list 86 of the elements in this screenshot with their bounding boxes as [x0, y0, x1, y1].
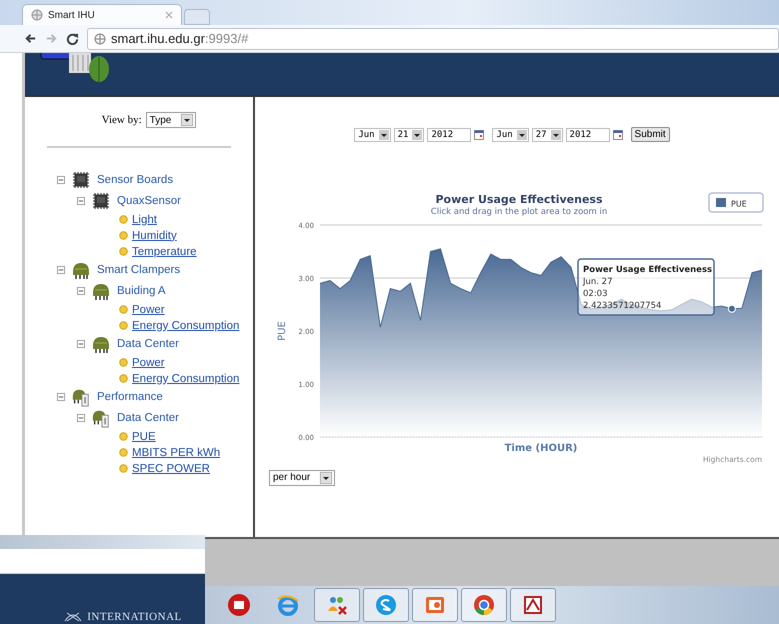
- taskbar-app-button[interactable]: [363, 588, 409, 622]
- hover-point: [728, 304, 736, 313]
- collapse-toggle[interactable]: [77, 340, 85, 348]
- clamp-meter-icon: [71, 387, 91, 407]
- e-letter-icon: [276, 593, 300, 617]
- pdf-icon: [521, 593, 545, 617]
- url-text: smart.ihu.edu.gr:9993/#: [111, 31, 248, 46]
- tree-link[interactable]: Temperature: [132, 246, 197, 258]
- tree-link[interactable]: Power: [132, 304, 165, 316]
- collapse-toggle[interactable]: [77, 414, 85, 422]
- bullet-icon: [119, 305, 128, 314]
- bullet-icon: [119, 321, 128, 330]
- bullet-icon: [119, 215, 128, 224]
- collapse-toggle[interactable]: [77, 197, 85, 205]
- address-field[interactable]: [0, 549, 205, 574]
- tree-group-label[interactable]: Smart Clampers: [97, 264, 180, 276]
- caret-icon: [412, 130, 422, 140]
- taskbar-app-button[interactable]: [412, 588, 458, 622]
- submit-button[interactable]: Submit: [630, 127, 670, 142]
- bullet-icon: [119, 448, 128, 457]
- tree-group-label[interactable]: Performance: [97, 391, 163, 403]
- tree-link[interactable]: Energy Consumption: [132, 320, 240, 332]
- view-by-label: View by:: [102, 114, 142, 126]
- day-dropdown[interactable]: 21: [394, 128, 424, 142]
- back-arrow-icon[interactable]: [24, 32, 37, 45]
- tree-link[interactable]: Energy Consumption: [132, 372, 240, 384]
- site-name-text: INTERNATIONAL: [87, 611, 182, 623]
- tree-link[interactable]: SPEC POWER: [132, 462, 210, 474]
- clamp-icon: [91, 334, 111, 354]
- calendar-icon[interactable]: [474, 130, 484, 140]
- calendar-icon[interactable]: [612, 130, 623, 140]
- taskbar-app-button[interactable]: [314, 588, 360, 622]
- collapse-toggle[interactable]: [57, 393, 65, 401]
- globe-icon: [94, 32, 106, 44]
- tooltip: Power Usage Effectiveness Jun. 27 02:03 2.4233571207754: [577, 258, 715, 316]
- tree-group-label[interactable]: Sensor Boards: [97, 174, 174, 186]
- skype-icon: [374, 593, 398, 617]
- chip-icon: [71, 170, 91, 190]
- legend-item[interactable]: PUE: [708, 192, 764, 212]
- collapse-toggle[interactable]: [77, 287, 85, 295]
- bullet-icon: [119, 231, 128, 240]
- bullet-icon: [119, 358, 128, 367]
- collapse-toggle[interactable]: [57, 176, 65, 184]
- tree-link[interactable]: Power: [132, 356, 165, 368]
- day-dropdown[interactable]: 27: [532, 128, 563, 142]
- chrome-icon: [472, 593, 496, 617]
- caret-icon: [516, 130, 527, 140]
- taskbar-app-button[interactable]: [461, 588, 507, 622]
- caret-icon: [378, 130, 389, 140]
- legend-label: PUE: [731, 200, 747, 208]
- chart-subtitle: Click and drag in the plot area to zoom in: [430, 207, 608, 217]
- year-field[interactable]: 2012: [427, 128, 472, 142]
- browser-tab[interactable]: Smart IHU: [22, 4, 182, 25]
- globe-icon: [31, 9, 43, 21]
- address-field[interactable]: smart.ihu.edu.gr:9993/#: [87, 28, 779, 50]
- clamp-meter-icon: [91, 408, 111, 428]
- clamp-icon: [91, 281, 111, 301]
- reload-icon[interactable]: [66, 32, 79, 45]
- y-axis-title: PUE: [277, 321, 288, 341]
- month-dropdown[interactable]: Jun: [492, 128, 529, 142]
- year-field[interactable]: 2012: [566, 128, 610, 142]
- tree-group-label[interactable]: QuaxSensor: [117, 195, 181, 207]
- chip-icon: [91, 191, 111, 211]
- tree-link[interactable]: Humidity: [132, 230, 177, 242]
- x-axis-title: Time (HOUR): [504, 443, 578, 454]
- caret-icon: [181, 114, 194, 126]
- tree-link[interactable]: Light: [132, 214, 157, 226]
- caret-icon: [550, 130, 561, 140]
- bullet-icon: [119, 464, 128, 473]
- app-logo-icon: [227, 593, 251, 617]
- tree-group-label[interactable]: Buiding A: [117, 285, 166, 297]
- bullet-icon: [119, 374, 128, 383]
- collapse-toggle[interactable]: [57, 266, 65, 274]
- tree-group-label[interactable]: Data Center: [117, 412, 180, 424]
- tree-link[interactable]: PUE: [132, 430, 156, 442]
- caret-icon: [320, 472, 332, 484]
- tree-group-label[interactable]: Data Center: [117, 338, 180, 350]
- taskbar-app-button[interactable]: [510, 588, 556, 622]
- interval-dropdown[interactable]: per hour: [269, 470, 336, 486]
- clamp-icon: [71, 260, 91, 280]
- view-by-dropdown[interactable]: Type: [146, 112, 196, 128]
- bullet-icon: [119, 247, 128, 256]
- chart-title: Power Usage Effectiveness: [436, 193, 602, 206]
- month-dropdown[interactable]: Jun: [354, 128, 391, 142]
- tree-link[interactable]: MBITS PER kWh: [132, 446, 220, 458]
- bullet-icon: [119, 432, 128, 441]
